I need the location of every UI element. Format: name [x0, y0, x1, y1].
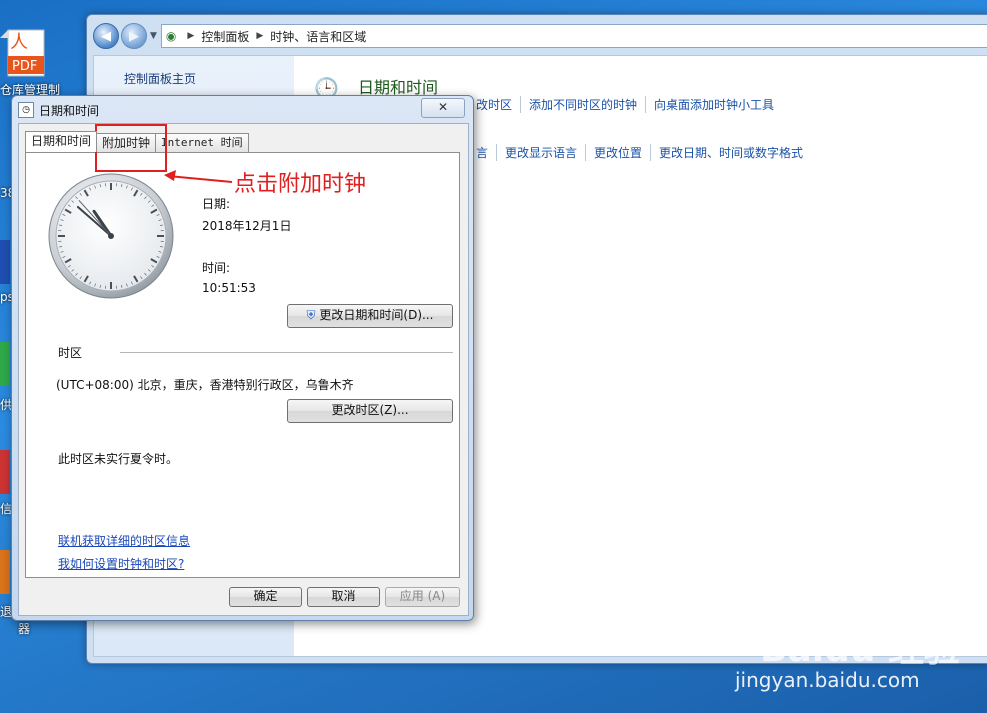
link-change-location[interactable]: 更改位置: [586, 144, 652, 161]
baidu-watermark-url: jingyan.baidu.com: [735, 668, 920, 692]
ok-button[interactable]: 确定: [229, 587, 302, 607]
forward-button[interactable]: ▶: [121, 23, 147, 49]
pdf-icon-text: PDF: [12, 59, 37, 74]
breadcrumb-separator-icon[interactable]: ▶: [187, 31, 194, 41]
close-button[interactable]: ✕: [421, 98, 465, 118]
time-value: 10:51:53: [202, 281, 256, 295]
back-arrow-icon: ◀: [101, 28, 111, 44]
tab-date-time[interactable]: 日期和时间: [25, 131, 98, 152]
change-datetime-button[interactable]: ⛨ 更改日期和时间(D)...: [287, 304, 453, 328]
clock-icon: ◷: [18, 102, 34, 118]
change-datetime-label: 更改日期和时间(D)...: [319, 308, 434, 322]
date-time-panel: 日期: 2018年12月1日 时间: 10:51:53 ⛨ 更改日期和时间(D)…: [25, 152, 460, 578]
breadcrumb-control-panel[interactable]: 控制面板: [201, 28, 249, 45]
annotation-highlight-box: [95, 124, 167, 172]
online-timezone-info-link[interactable]: 联机获取详细的时区信息: [58, 532, 190, 549]
link-add-clock-gadget[interactable]: 向桌面添加时钟小工具: [646, 96, 782, 113]
pdf-desktop-icon[interactable]: 人 PDF: [0, 28, 60, 83]
annotation-text: 点击附加时钟: [234, 172, 367, 197]
analog-clock: [48, 173, 174, 299]
how-to-set-clock-link[interactable]: 我如何设置时钟和时区?: [58, 555, 184, 572]
baidu-watermark-logo: Baidu 经验: [760, 629, 961, 670]
link-change-display-language[interactable]: 更改显示语言: [497, 144, 587, 161]
timezone-heading: 时区: [58, 346, 83, 360]
address-bar[interactable]: ◉ ▶ 控制面板 ▶ 时钟、语言和区域: [160, 24, 987, 48]
cancel-button[interactable]: 取消: [307, 587, 380, 607]
tab-internet-time[interactable]: Internet 时间: [155, 133, 249, 152]
annotation-arrow: [164, 170, 233, 183]
link-add-clocks[interactable]: 添加不同时区的时钟: [521, 96, 647, 113]
apply-button[interactable]: 应用 (A): [385, 587, 460, 607]
time-label: 时间:: [202, 261, 231, 275]
link-change-timezone[interactable]: 改时区: [468, 96, 522, 113]
breadcrumb-clock-region[interactable]: 时钟、语言和区域: [270, 28, 366, 45]
change-timezone-button[interactable]: 更改时区(Z)...: [287, 399, 453, 423]
control-panel-icon: ◉: [165, 29, 177, 43]
date-label: 日期:: [202, 197, 231, 211]
region-language-links: 言 更改显示语言 更改位置 更改日期、时间或数字格式: [468, 144, 811, 161]
date-value: 2018年12月1日: [202, 219, 292, 233]
timezone-value: (UTC+08:00) 北京，重庆，香港特别行政区，乌鲁木齐: [56, 378, 354, 392]
dialog-title: 日期和时间: [39, 103, 100, 118]
date-time-links: 改时区 添加不同时区的时钟 向桌面添加时钟小工具: [468, 96, 782, 113]
dst-note: 此时区未实行夏令时。: [58, 452, 179, 466]
control-panel-home-link[interactable]: 控制面板主页: [124, 70, 196, 87]
svg-text:人: 人: [10, 32, 28, 53]
link-change-formats[interactable]: 更改日期、时间或数字格式: [651, 144, 811, 161]
uac-shield-icon: ⛨: [306, 308, 316, 322]
address-row: ◀ ▶ ▼ ◉ ▶ 控制面板 ▶ 时钟、语言和区域: [93, 21, 987, 51]
timezone-divider: [120, 352, 453, 353]
desktop-label: 器: [18, 622, 31, 636]
history-dropdown-icon[interactable]: ▼: [150, 31, 157, 41]
breadcrumb-separator-icon[interactable]: ▶: [256, 31, 263, 41]
forward-arrow-icon: ▶: [129, 28, 139, 44]
dialog-titlebar[interactable]: ◷ 日期和时间: [18, 100, 99, 120]
back-button[interactable]: ◀: [93, 23, 119, 49]
